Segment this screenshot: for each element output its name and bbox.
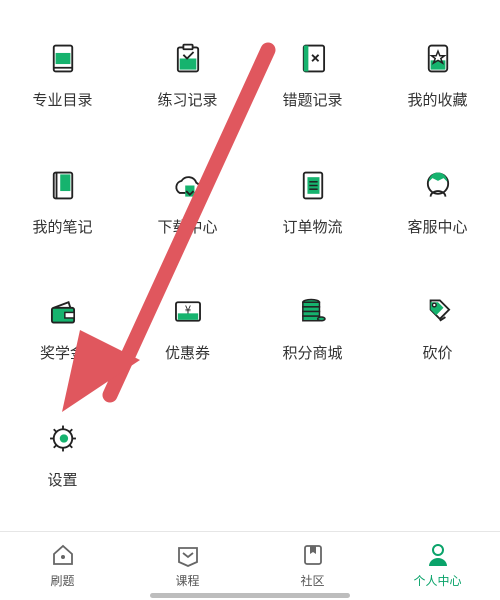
menu-item-settings[interactable]: 设置 [0, 380, 125, 490]
coin-stack-icon [301, 298, 326, 322]
coupon-icon: ¥ [174, 301, 201, 322]
menu-item-label: 我的笔记 [32, 218, 93, 236]
menu-item-label: 错题记录 [282, 91, 343, 109]
menu-item-practice-record[interactable]: 练习记录 [125, 0, 250, 110]
tab-personal-center[interactable]: 个人中心 [375, 532, 500, 592]
wallet-icon [50, 301, 75, 324]
tab-label: 个人中心 [413, 574, 462, 588]
cloud-download-icon [174, 176, 201, 197]
menu-item-order-logistics[interactable]: 订单物流 [250, 127, 375, 237]
gear-icon [49, 425, 76, 452]
menu-item-label: 奖学金 [39, 344, 85, 362]
menu-item-label: 下载中心 [157, 218, 218, 236]
menu-item-label: 专业目录 [32, 91, 93, 109]
customer-service-icon [426, 172, 449, 197]
clipboard-check-icon [176, 43, 199, 73]
menu-item-label: 设置 [47, 471, 78, 489]
tab-practice[interactable]: 刷题 [0, 532, 125, 592]
course-icon [177, 547, 198, 567]
menu-item-points-mall[interactable]: 积分商城 [250, 253, 375, 363]
menu-item-label: 积分商城 [282, 344, 343, 362]
tab-community[interactable]: 社区 [250, 532, 375, 592]
menu-item-bargain[interactable]: 砍价 [375, 253, 500, 363]
book-catalog-icon [52, 44, 73, 73]
menu-item-label: 练习记录 [157, 91, 218, 109]
menu-item-label: 我的收藏 [407, 91, 468, 109]
menu-item-my-favorites[interactable]: 我的收藏 [375, 0, 500, 110]
tab-label: 课程 [175, 574, 200, 588]
bottom-tab-bar: 刷题 课程 社区 个人中心 [0, 532, 500, 600]
favorite-star-icon [427, 44, 448, 73]
svg-text:¥: ¥ [184, 305, 191, 316]
menu-item-scholarship[interactable]: 奖学金 [0, 253, 125, 363]
menu-item-customer-service[interactable]: 客服中心 [375, 127, 500, 237]
menu-item-major-catalog[interactable]: 专业目录 [0, 0, 125, 110]
menu-item-label: 优惠券 [164, 344, 210, 362]
menu-item-my-notes[interactable]: 我的笔记 [0, 127, 125, 237]
menu-item-wrong-question-record[interactable]: 错题记录 [250, 0, 375, 110]
tab-course[interactable]: 课程 [125, 532, 250, 592]
home-icon [52, 544, 73, 565]
home-indicator [150, 593, 350, 598]
menu-item-label: 客服中心 [407, 218, 468, 236]
tab-label: 社区 [300, 574, 325, 588]
order-list-icon [302, 171, 323, 200]
community-icon [303, 545, 322, 565]
tab-label: 刷题 [50, 574, 75, 588]
price-tag-icon [429, 299, 450, 322]
menu-item-coupon[interactable]: ¥ 优惠券 [125, 253, 250, 363]
notebook-icon [52, 171, 73, 200]
feature-grid: 专业目录 练习记录 错题记录 我的收藏 我的笔记 下载中心 订单物流 客服中心 … [0, 0, 500, 530]
menu-item-label: 订单物流 [282, 218, 343, 236]
person-icon [428, 544, 447, 566]
wrong-answer-book-icon [302, 44, 325, 73]
menu-item-label: 砍价 [422, 344, 453, 362]
menu-item-download-center[interactable]: 下载中心 [125, 127, 250, 237]
